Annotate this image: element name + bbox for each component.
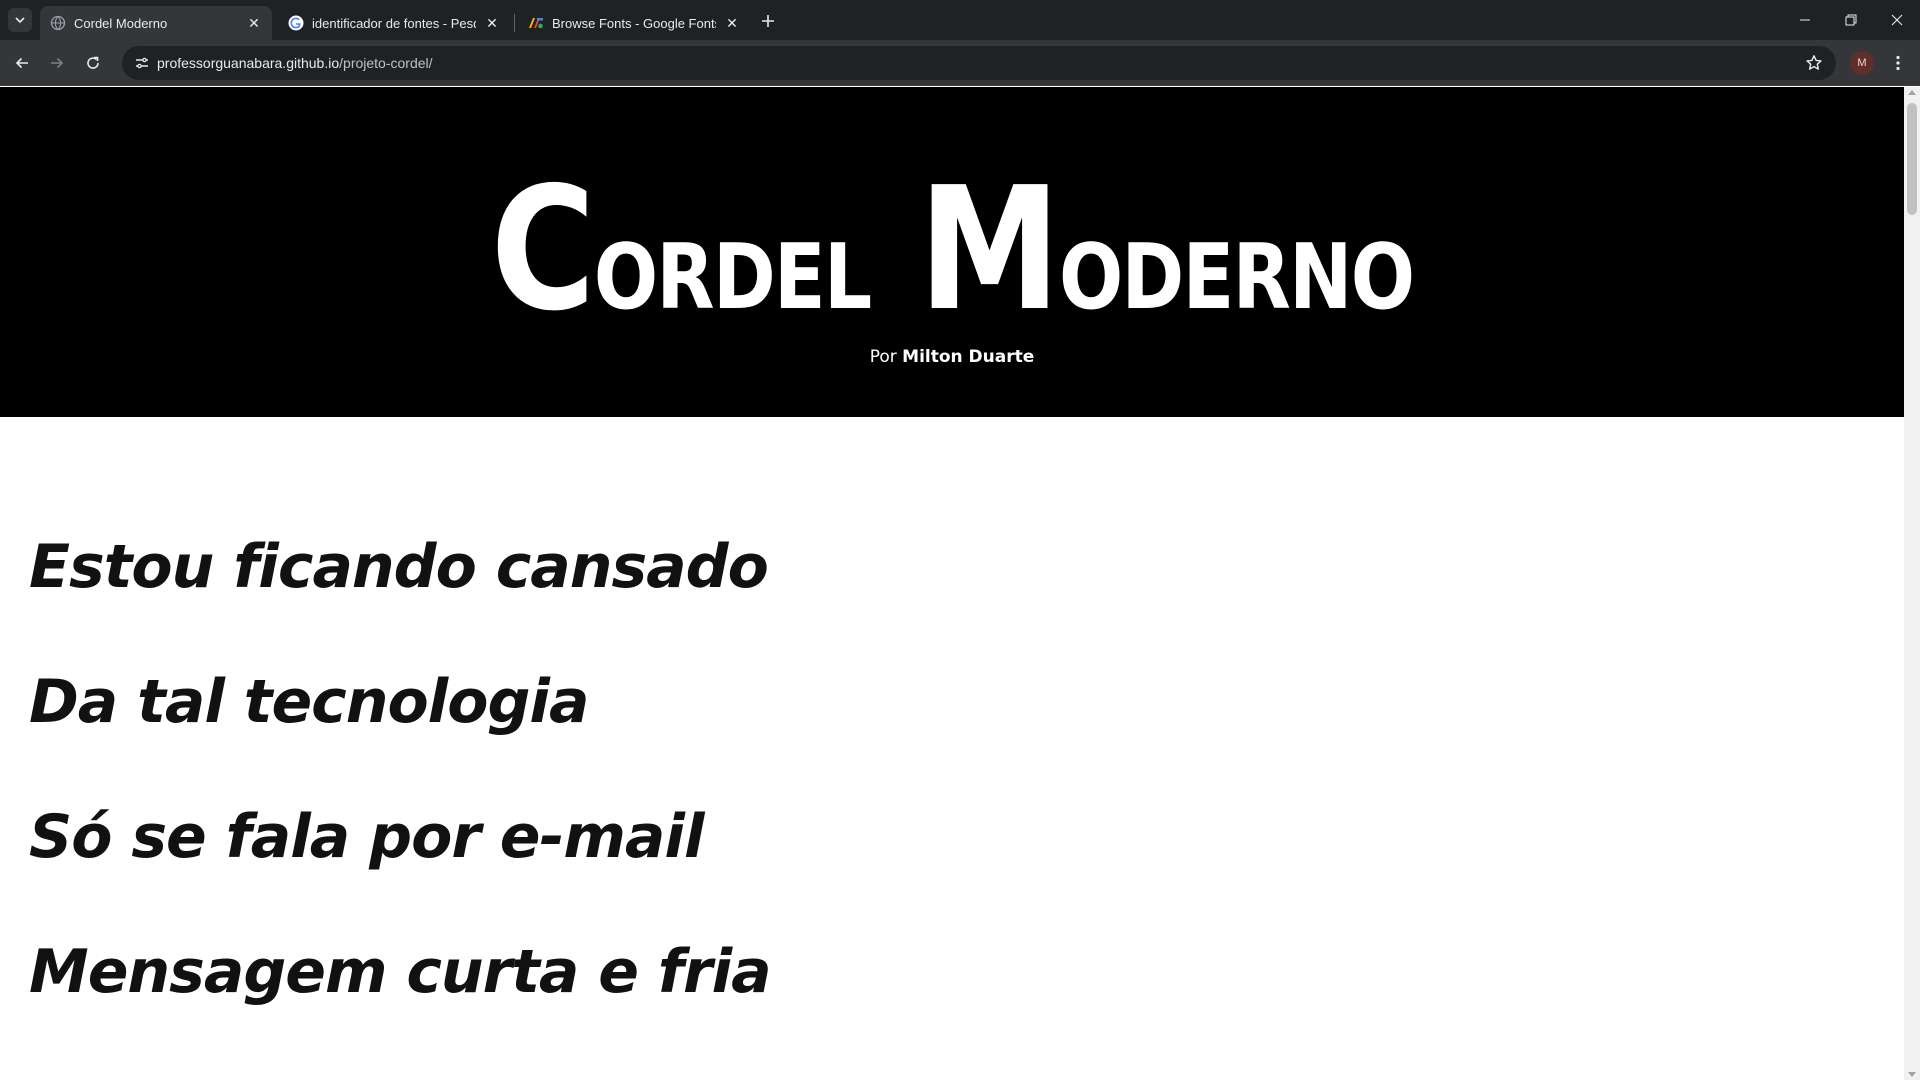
tab-title: Cordel Moderno [74,15,168,31]
new-tab-button[interactable] [756,9,780,33]
chevron-down-icon [15,17,25,24]
close-window-button[interactable] [1874,0,1920,40]
title-word-1: ordel [593,190,872,339]
tab-cordel-moderno[interactable]: Cordel Moderno ✕ [40,6,272,40]
browser-menu-button[interactable] [1884,49,1912,77]
close-tab-icon[interactable]: ✕ [484,15,500,31]
tab-search-button[interactable] [8,8,32,32]
restore-icon [1845,14,1857,26]
byline-prefix: Por [869,347,897,367]
minimize-button[interactable] [1782,0,1828,40]
poem-verse: Estou ficando cansado [29,532,769,602]
plus-icon [762,15,774,27]
url-text: professorguanabara.github.io/projeto-cor… [157,55,433,71]
tab-title: Browse Fonts - Google Fonts [552,15,716,31]
title-word-2: oderno [1058,190,1415,339]
title-initial-m: M [918,151,1061,349]
poem-verse: Da tal tecnologia [29,667,589,737]
page-header: Cordel Moderno Por Milton Duarte [0,87,1904,417]
back-button[interactable] [6,47,38,79]
close-tab-icon[interactable]: ✕ [724,15,740,31]
scroll-down-arrow-icon[interactable] [1908,1072,1916,1077]
google-icon [288,15,304,31]
tab-title: identificador de fontes - Pesqui [312,15,476,31]
byline: Por Milton Duarte [0,347,1904,367]
title-initial-c: C [490,151,596,349]
close-icon [1891,14,1903,26]
poem: Estou ficando cansado Da tal tecnologia … [29,532,772,1077]
tab-identificador-de-fontes[interactable]: identificador de fontes - Pesqui ✕ [278,6,510,40]
close-tab-icon[interactable]: ✕ [246,15,262,31]
arrow-right-icon [51,57,64,69]
scroll-up-arrow-icon[interactable] [1908,90,1916,95]
url-path: /projeto-cordel/ [339,55,433,71]
reload-button[interactable] [77,47,109,79]
tab-separator [514,14,515,32]
profile-initial: M [1857,57,1867,69]
globe-icon [50,15,66,31]
author-name: Milton Duarte [902,347,1035,367]
arrow-left-icon [15,57,28,69]
profile-avatar[interactable]: M [1850,51,1874,75]
poem-verse: Só se fala por e-mail [29,802,705,872]
vertical-scrollbar[interactable] [1904,87,1920,1080]
reload-icon [87,56,99,69]
tab-strip: Cordel Moderno ✕ identificador de fontes… [0,0,1920,40]
bookmark-star-icon[interactable] [1804,53,1824,73]
poem-verse: Mensagem curta e fria [29,937,772,1007]
minimize-icon [1800,19,1810,21]
site-info-icon[interactable] [132,53,152,73]
tab-google-fonts[interactable]: Browse Fonts - Google Fonts ✕ [518,6,750,40]
url-host: professorguanabara.github.io [157,55,340,71]
scrollbar-thumb[interactable] [1907,103,1917,215]
forward-button[interactable] [41,47,73,79]
more-vertical-icon [1896,55,1900,71]
address-bar[interactable]: professorguanabara.github.io/projeto-cor… [122,46,1836,80]
browser-toolbar: professorguanabara.github.io/projeto-cor… [0,40,1920,86]
page-viewport: Cordel Moderno Por Milton Duarte Estou f… [0,87,1904,1080]
google-fonts-icon [529,18,543,29]
restore-button[interactable] [1828,0,1874,40]
page-title: Cordel Moderno [152,165,1751,335]
